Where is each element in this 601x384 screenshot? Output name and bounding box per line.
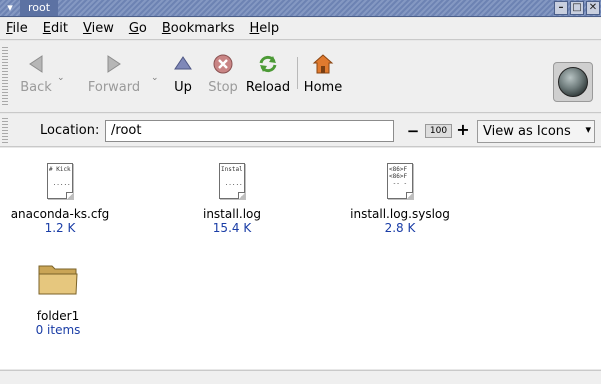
title-bar[interactable]: ▾ root – □ ✕ xyxy=(0,0,601,17)
location-bar-grip[interactable] xyxy=(2,118,8,144)
window-title: root xyxy=(20,0,59,16)
forward-history-chevron-icon[interactable]: ⌄ xyxy=(151,73,159,83)
chevron-down-icon: ▾ xyxy=(585,123,591,136)
location-label: Location: xyxy=(40,123,100,138)
folder-folder1[interactable]: folder1 0 items xyxy=(13,260,103,337)
zoom-out-button[interactable]: − xyxy=(406,122,420,140)
file-view[interactable]: # Kick ....... anaconda-ks.cfg 1.2 K Ins… xyxy=(0,148,601,369)
home-button[interactable]: Home xyxy=(301,53,345,95)
stop-button[interactable]: Stop xyxy=(204,53,242,95)
minimize-icon[interactable]: – xyxy=(554,1,568,15)
up-arrow-icon xyxy=(174,56,192,70)
file-size: 2.8 K xyxy=(384,221,416,235)
file-name: anaconda-ks.cfg xyxy=(10,207,110,221)
up-button[interactable]: Up xyxy=(166,53,200,95)
status-bar xyxy=(0,370,601,384)
back-button[interactable]: Back xyxy=(14,53,58,95)
forward-button[interactable]: Forward xyxy=(82,53,146,95)
forward-arrow-icon xyxy=(107,55,121,73)
file-size: 1.2 K xyxy=(44,221,76,235)
location-bar: Location: /root − 100 + View as Icons ▾ xyxy=(0,114,601,147)
toolbar-grip[interactable] xyxy=(2,47,8,107)
menu-bookmarks[interactable]: Bookmarks xyxy=(162,21,235,36)
zoom-in-button[interactable]: + xyxy=(456,120,470,139)
maximize-icon[interactable]: □ xyxy=(570,1,584,15)
file-install-log-syslog[interactable]: <86>F <86>F -- - install.log.syslog 2.8 … xyxy=(333,163,467,235)
folder-item-count: 0 items xyxy=(35,323,81,337)
view-as-label: View as Icons xyxy=(483,124,571,139)
menu-file[interactable]: File xyxy=(6,21,28,36)
file-name: install.log xyxy=(202,207,262,221)
folder-icon xyxy=(38,265,78,295)
menubar: File Edit View Go Bookmarks Help xyxy=(0,18,601,40)
stop-icon xyxy=(213,54,233,74)
home-icon xyxy=(312,54,334,74)
reload-button[interactable]: Reload xyxy=(243,53,293,95)
menu-view[interactable]: View xyxy=(83,21,114,36)
view-as-dropdown[interactable]: View as Icons ▾ xyxy=(477,120,595,143)
file-size: 15.4 K xyxy=(212,221,252,235)
back-history-chevron-icon[interactable]: ⌄ xyxy=(57,73,65,83)
file-anaconda-ks-cfg[interactable]: # Kick ....... anaconda-ks.cfg 1.2 K xyxy=(0,163,120,235)
menu-edit[interactable]: Edit xyxy=(43,21,68,36)
text-file-icon: # Kick ....... xyxy=(47,163,73,199)
toolbar-separator xyxy=(297,57,298,89)
file-name: install.log.syslog xyxy=(350,207,450,221)
text-file-icon: Install ....... xyxy=(219,163,245,199)
close-icon[interactable]: ✕ xyxy=(586,1,600,15)
text-file-icon: <86>F <86>F -- - xyxy=(387,163,413,199)
window-menu-icon[interactable]: ▾ xyxy=(2,1,18,15)
throbber-icon xyxy=(553,62,593,102)
menu-go[interactable]: Go xyxy=(129,21,147,36)
menu-help[interactable]: Help xyxy=(250,21,280,36)
folder-name: folder1 xyxy=(36,309,80,323)
back-arrow-icon xyxy=(29,55,43,73)
reload-icon xyxy=(259,55,277,73)
zoom-level[interactable]: 100 xyxy=(425,124,452,138)
file-install-log[interactable]: Install ....... install.log 15.4 K xyxy=(172,163,292,235)
toolbar: Back ⌄ Forward ⌄ Up Stop Reload Home xyxy=(0,41,601,113)
location-input[interactable]: /root xyxy=(105,120,394,142)
